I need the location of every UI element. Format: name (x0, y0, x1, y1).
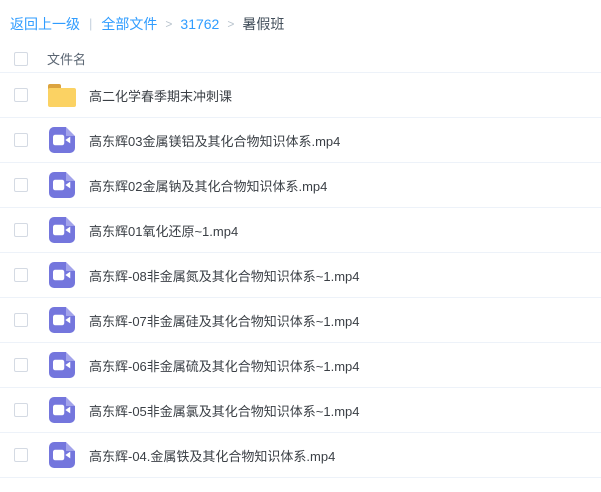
table-row[interactable]: 高东辉03金属镁铝及其化合物知识体系.mp4 (0, 118, 601, 163)
video-file-icon (49, 217, 75, 243)
breadcrumb-back-link[interactable]: 返回上一级 (10, 14, 80, 34)
breadcrumb-pipe-divider: | (89, 16, 92, 31)
file-name[interactable]: 高东辉02金属钠及其化合物知识体系.mp4 (89, 176, 327, 195)
file-name[interactable]: 高东辉03金属镁铝及其化合物知识体系.mp4 (89, 131, 340, 150)
file-list-header: 文件名 (0, 45, 601, 73)
row-checkbox[interactable] (14, 88, 28, 102)
video-file-icon (49, 307, 75, 333)
table-row[interactable]: 高东辉02金属钠及其化合物知识体系.mp4 (0, 163, 601, 208)
file-name[interactable]: 高东辉01氧化还原~1.mp4 (89, 221, 238, 240)
table-row[interactable]: 高东辉-08非金属氮及其化合物知识体系~1.mp4 (0, 253, 601, 298)
table-row[interactable]: 高东辉01氧化还原~1.mp4 (0, 208, 601, 253)
row-checkbox[interactable] (14, 268, 28, 282)
row-checkbox[interactable] (14, 223, 28, 237)
file-list: 高二化学春季期末冲刺课 高东辉03金属镁铝及其化合物知识体系.mp4 (0, 73, 601, 478)
table-row[interactable]: 高东辉-04.金属铁及其化合物知识体系.mp4 (0, 433, 601, 478)
breadcrumb-chevron-icon: > (227, 17, 234, 31)
select-all-checkbox[interactable] (14, 52, 28, 66)
breadcrumb-all-files-link[interactable]: 全部文件 (101, 14, 157, 34)
file-name[interactable]: 高二化学春季期末冲刺课 (89, 86, 232, 105)
folder-icon (48, 84, 76, 107)
video-file-icon (49, 172, 75, 198)
file-name[interactable]: 高东辉-07非金属硅及其化合物知识体系~1.mp4 (89, 311, 360, 330)
file-name[interactable]: 高东辉-06非金属硫及其化合物知识体系~1.mp4 (89, 356, 360, 375)
row-checkbox[interactable] (14, 178, 28, 192)
video-file-icon (49, 127, 75, 153)
breadcrumb-current-folder: 暑假班 (242, 14, 284, 34)
video-file-icon (49, 352, 75, 378)
table-row[interactable]: 高二化学春季期末冲刺课 (0, 73, 601, 118)
file-name[interactable]: 高东辉-05非金属氯及其化合物知识体系~1.mp4 (89, 401, 360, 420)
video-file-icon (49, 262, 75, 288)
row-checkbox[interactable] (14, 358, 28, 372)
breadcrumb: 返回上一级 | 全部文件 > 31762 > 暑假班 (0, 0, 601, 45)
row-checkbox[interactable] (14, 313, 28, 327)
breadcrumb-chevron-icon: > (165, 17, 172, 31)
video-file-icon (49, 442, 75, 468)
row-checkbox[interactable] (14, 133, 28, 147)
row-checkbox[interactable] (14, 403, 28, 417)
video-file-icon (49, 397, 75, 423)
table-row[interactable]: 高东辉-05非金属氯及其化合物知识体系~1.mp4 (0, 388, 601, 433)
file-name[interactable]: 高东辉-08非金属氮及其化合物知识体系~1.mp4 (89, 266, 360, 285)
breadcrumb-folder-id-link[interactable]: 31762 (180, 16, 219, 32)
filename-column-header: 文件名 (47, 49, 86, 68)
table-row[interactable]: 高东辉-06非金属硫及其化合物知识体系~1.mp4 (0, 343, 601, 388)
row-checkbox[interactable] (14, 448, 28, 462)
table-row[interactable]: 高东辉-07非金属硅及其化合物知识体系~1.mp4 (0, 298, 601, 343)
file-name[interactable]: 高东辉-04.金属铁及其化合物知识体系.mp4 (89, 446, 335, 465)
